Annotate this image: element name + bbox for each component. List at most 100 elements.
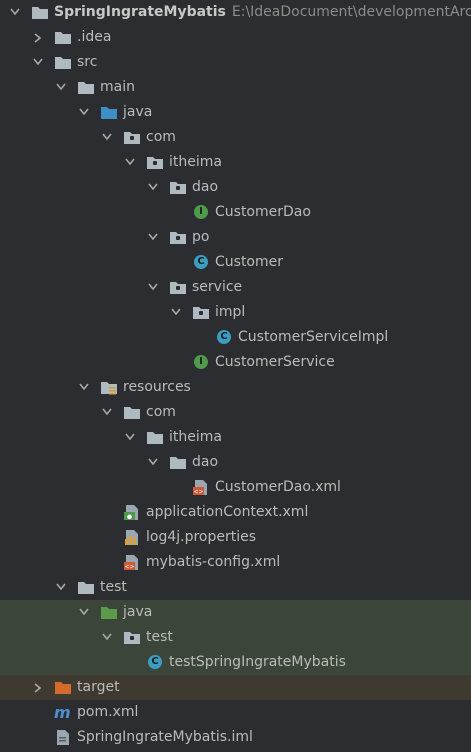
resources-folder-icon (100, 379, 118, 396)
tree-row[interactable]: m pom.xml (0, 700, 471, 725)
chevron-down-icon[interactable] (54, 575, 68, 600)
tree-row[interactable]: java (0, 100, 471, 125)
svg-text:●: ● (127, 514, 132, 521)
tree-item-label: com (146, 404, 176, 420)
tree-row[interactable]: <> mybatis-config.xml (0, 550, 471, 575)
tree-row[interactable]: log4j.properties (0, 525, 471, 550)
package-icon (192, 304, 210, 321)
chevron-down-icon[interactable] (100, 400, 114, 425)
chevron-down-icon[interactable] (8, 0, 22, 25)
tree-row[interactable]: C Customer (0, 250, 471, 275)
svg-text:<>: <> (124, 564, 134, 571)
chevron-down-icon[interactable] (123, 150, 137, 175)
tree-item-label: test (100, 579, 127, 595)
tree-row[interactable]: src (0, 50, 471, 75)
tree-row[interactable]: dao (0, 175, 471, 200)
tree-item-label: resources (123, 379, 191, 395)
tree-row[interactable]: itheima (0, 150, 471, 175)
project-tree[interactable]: SpringIngrateMybatis E:\IdeaDocument\deve… (0, 0, 471, 750)
excluded-folder-icon (54, 679, 72, 696)
tree-row[interactable]: resources (0, 375, 471, 400)
tree-item-label: itheima (169, 429, 222, 445)
tree-row[interactable]: target (0, 675, 471, 700)
chevron-down-icon[interactable] (169, 300, 183, 325)
tree-row[interactable]: ● applicationContext.xml (0, 500, 471, 525)
tree-row[interactable]: <> CustomerDao.xml (0, 475, 471, 500)
chevron-down-icon[interactable] (123, 425, 137, 450)
tree-row[interactable]: com (0, 125, 471, 150)
tree-row[interactable]: po (0, 225, 471, 250)
chevron-down-icon[interactable] (77, 375, 91, 400)
tree-item-label: com (146, 129, 176, 145)
tree-item-label: log4j.properties (146, 529, 257, 545)
tree-row[interactable]: I CustomerDao (0, 200, 471, 225)
chevron-down-icon[interactable] (100, 125, 114, 150)
chevron-right-icon[interactable] (31, 25, 45, 50)
tree-item-label: mybatis-config.xml (146, 554, 281, 570)
maven-icon: m (54, 703, 71, 722)
tree-item-label: dao (192, 179, 219, 195)
tree-item-label: testSpringIngrateMybatis (169, 654, 346, 670)
source-folder-icon (100, 104, 118, 121)
tree-row[interactable]: main (0, 75, 471, 100)
tree-item-label: service (192, 279, 243, 295)
project-path: E:\IdeaDocument\developmentArc (231, 4, 471, 20)
test-class-icon: C (148, 655, 162, 669)
tree-item-label: dao (192, 454, 219, 470)
tree-item-label: main (100, 79, 135, 95)
chevron-down-icon[interactable] (54, 75, 68, 100)
tree-item-label: itheima (169, 154, 222, 170)
spring-xml-icon: ● (123, 504, 141, 521)
tree-row[interactable]: SpringIngrateMybatis.iml (0, 725, 471, 750)
folder-icon (54, 29, 72, 46)
folder-icon (54, 54, 72, 71)
folder-icon (77, 579, 95, 596)
package-icon (146, 154, 164, 171)
tree-row[interactable]: SpringIngrateMybatis E:\IdeaDocument\deve… (0, 0, 471, 25)
tree-row[interactable]: service (0, 275, 471, 300)
folder-icon (123, 404, 141, 421)
folder-icon (169, 454, 187, 471)
tree-item-label: test (146, 629, 173, 645)
package-icon (123, 129, 141, 146)
tree-row[interactable]: test (0, 575, 471, 600)
tree-row[interactable]: .idea (0, 25, 471, 50)
folder-icon (77, 79, 95, 96)
tree-item-label: java (123, 104, 153, 120)
chevron-down-icon[interactable] (31, 50, 45, 75)
tree-item-label: pom.xml (77, 704, 139, 720)
tree-row[interactable]: I CustomerService (0, 350, 471, 375)
tree-item-label: .idea (77, 29, 112, 45)
chevron-right-icon[interactable] (31, 675, 45, 700)
test-source-folder-icon (100, 604, 118, 621)
properties-file-icon (123, 529, 141, 546)
tree-row[interactable]: itheima (0, 425, 471, 450)
package-icon (169, 279, 187, 296)
chevron-down-icon[interactable] (77, 600, 91, 625)
class-icon: C (194, 255, 208, 269)
tree-row[interactable]: impl (0, 300, 471, 325)
tree-item-label: src (77, 54, 98, 70)
chevron-down-icon[interactable] (77, 100, 91, 125)
chevron-down-icon[interactable] (146, 275, 160, 300)
package-icon (169, 229, 187, 246)
chevron-down-icon[interactable] (146, 225, 160, 250)
tree-row[interactable]: C CustomerServiceImpl (0, 325, 471, 350)
tree-row[interactable]: test (0, 625, 471, 650)
xml-file-icon: <> (192, 479, 210, 496)
tree-row[interactable]: com (0, 400, 471, 425)
tree-item-label: CustomerDao (215, 204, 311, 220)
tree-row[interactable]: dao (0, 450, 471, 475)
class-icon: C (217, 330, 231, 344)
package-icon (123, 629, 141, 646)
tree-item-label: SpringIngrateMybatis.iml (77, 729, 253, 745)
interface-icon: I (194, 205, 208, 219)
tree-row[interactable]: CtestSpringIngrateMybatis (0, 650, 471, 675)
chevron-down-icon[interactable] (146, 450, 160, 475)
tree-item-label: CustomerDao.xml (215, 479, 341, 495)
tree-item-label: CustomerService (215, 354, 335, 370)
chevron-down-icon[interactable] (100, 625, 114, 650)
chevron-down-icon[interactable] (146, 175, 160, 200)
tree-row[interactable]: java (0, 600, 471, 625)
tree-item-label: po (192, 229, 210, 245)
